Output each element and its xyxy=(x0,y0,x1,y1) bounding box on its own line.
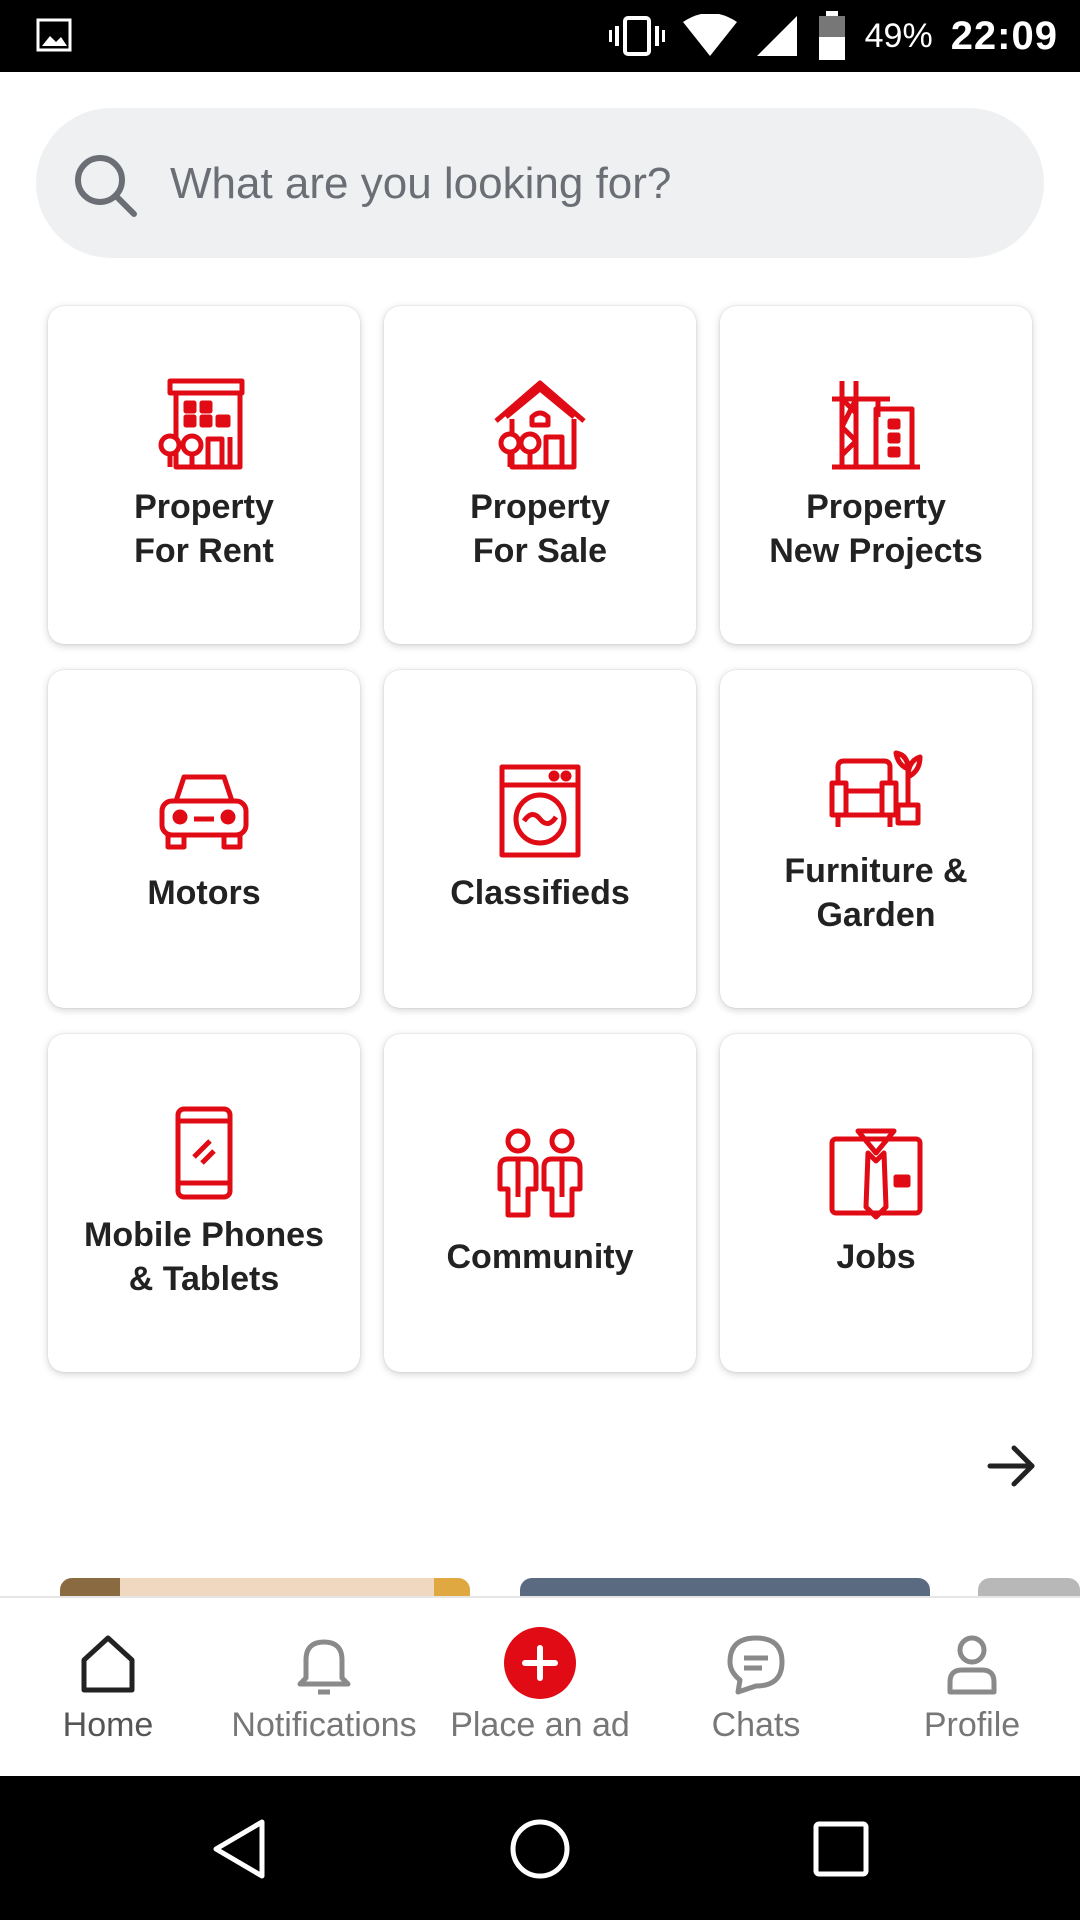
category-label: Motors xyxy=(147,874,261,912)
category-label: Property For Rent xyxy=(134,488,274,570)
category-property-new-projects[interactable]: Property New Projects xyxy=(720,306,1032,644)
system-navigation-bar xyxy=(0,1776,1080,1920)
person-icon xyxy=(947,1635,997,1695)
car-icon xyxy=(159,774,249,850)
building-icon xyxy=(158,378,245,470)
promo-banner[interactable] xyxy=(60,1578,470,1596)
category-label: Furniture & Garden xyxy=(784,852,968,934)
nav-label: Home xyxy=(62,1706,154,1744)
recents-icon[interactable] xyxy=(808,1816,874,1882)
category-mobile-phones-tablets[interactable]: Mobile Phones & Tablets xyxy=(48,1034,360,1372)
arrow-right-icon[interactable] xyxy=(986,1440,1038,1492)
category-property-for-rent[interactable]: Property For Rent xyxy=(48,306,360,644)
battery-icon xyxy=(818,11,845,60)
nav-notifications[interactable]: Notifications xyxy=(216,1598,432,1778)
clock: 22:09 xyxy=(950,13,1058,58)
house-icon xyxy=(494,380,586,470)
promo-banner[interactable] xyxy=(520,1578,930,1596)
cell-signal-icon xyxy=(756,16,797,56)
battery-percent: 49% xyxy=(864,16,933,55)
category-label: Jobs xyxy=(836,1238,916,1276)
category-classifieds[interactable]: Classifieds xyxy=(384,670,696,1008)
washing-machine-icon xyxy=(499,764,581,858)
nav-label: Chats xyxy=(711,1706,801,1744)
search-icon xyxy=(75,155,137,217)
bell-icon xyxy=(297,1639,351,1695)
category-label: Property New Projects xyxy=(769,488,983,570)
mobile-phone-icon xyxy=(175,1106,233,1200)
wifi-icon xyxy=(682,14,737,56)
category-community[interactable]: Community xyxy=(384,1034,696,1372)
home-icon xyxy=(81,1635,135,1693)
home-circle-icon[interactable] xyxy=(507,1816,573,1882)
nav-home[interactable]: Home xyxy=(0,1598,216,1778)
category-label: Community xyxy=(446,1238,634,1276)
chat-icon xyxy=(727,1635,785,1695)
category-jobs[interactable]: Jobs xyxy=(720,1034,1032,1372)
back-icon[interactable] xyxy=(206,1816,272,1882)
nav-label: Profile xyxy=(923,1706,1021,1744)
category-property-for-sale[interactable]: Property For Sale xyxy=(384,306,696,644)
category-motors[interactable]: Motors xyxy=(48,670,360,1008)
status-bar: 49% 22:09 xyxy=(0,0,1080,72)
search-input[interactable] xyxy=(168,148,992,220)
nav-label: Place an ad xyxy=(450,1706,630,1744)
shirt-tie-icon xyxy=(829,1128,923,1220)
armchair-plant-icon xyxy=(829,750,923,827)
nav-place-an-ad[interactable]: Place an ad xyxy=(432,1598,648,1778)
promo-banner[interactable] xyxy=(978,1578,1080,1596)
category-grid: Property For Rent Property For Sale Prop… xyxy=(48,306,1032,1372)
search-bar[interactable] xyxy=(36,108,1044,258)
category-label: Classifieds xyxy=(450,874,630,912)
bottom-navigation: Home Notifications Place an ad Chats Pro… xyxy=(0,1596,1080,1778)
category-furniture-garden[interactable]: Furniture & Garden xyxy=(720,670,1032,1008)
image-notification-icon xyxy=(36,18,72,52)
category-label: Mobile Phones & Tablets xyxy=(84,1216,324,1298)
nav-profile[interactable]: Profile xyxy=(864,1598,1080,1778)
crane-building-icon xyxy=(832,381,920,470)
plus-circle-icon xyxy=(504,1627,576,1699)
vibrate-icon xyxy=(608,16,665,56)
nav-label: Notifications xyxy=(231,1706,417,1744)
nav-chats[interactable]: Chats xyxy=(648,1598,864,1778)
people-icon xyxy=(497,1128,583,1218)
category-label: Property For Sale xyxy=(470,488,610,570)
